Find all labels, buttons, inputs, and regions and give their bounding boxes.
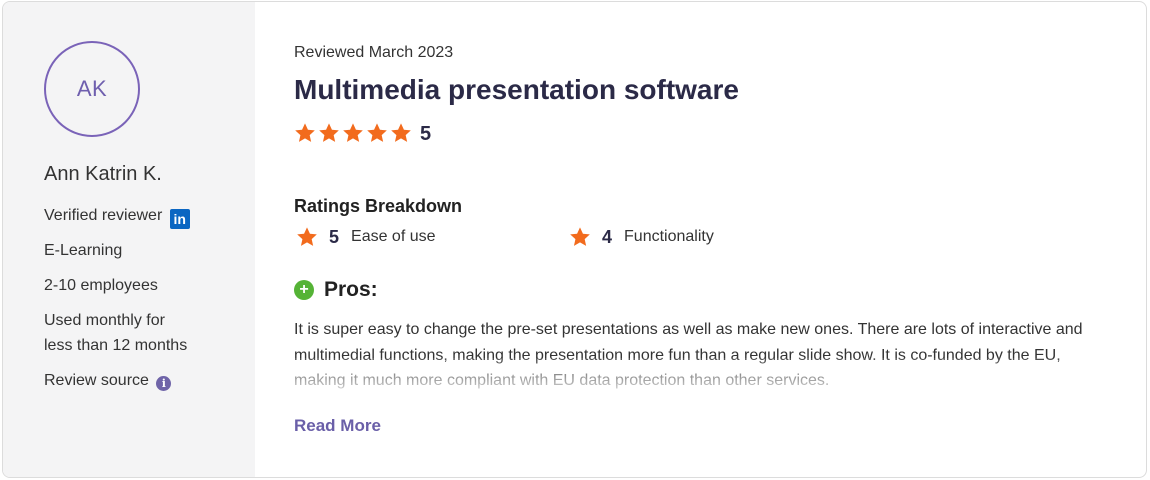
star-icon — [391, 122, 411, 142]
plus-icon: + — [294, 280, 314, 300]
ease-of-use-score: 5 — [329, 226, 340, 247]
review-card: AK Ann Katrin K. Verified reviewer in E-… — [2, 1, 1147, 478]
reviewer-company-size: 2-10 employees — [44, 277, 158, 294]
star-icon — [319, 122, 339, 142]
reviewer-name: Ann Katrin K. — [44, 163, 162, 185]
functionality-label: Functionality — [624, 228, 714, 245]
review-title: Multimedia presentation software — [294, 74, 739, 105]
star-icon — [297, 227, 317, 246]
functionality-score: 4 — [602, 226, 613, 247]
ratings-breakdown-title: Ratings Breakdown — [294, 196, 463, 216]
info-icon[interactable]: i — [156, 376, 172, 391]
star-icon — [343, 122, 363, 142]
review-source-label: Review source — [44, 372, 149, 389]
rating-ease-of-use: 5 Ease of use — [296, 226, 436, 248]
reviewer-industry: E-Learning — [44, 242, 123, 259]
reviewer-usage: Used monthly for less than 12 months — [44, 308, 187, 358]
avatar-initials: AK — [76, 76, 108, 101]
pros-label: Pros: — [324, 278, 378, 301]
verified-reviewer: Verified reviewer in — [44, 203, 190, 229]
avatar: AK — [44, 41, 140, 137]
star-icon — [295, 122, 315, 142]
star-icon — [367, 122, 387, 142]
pros-text: It is super easy to change the pre-set p… — [294, 321, 1083, 389]
overall-rating: 5 — [294, 119, 431, 146]
review-source: Review source i — [44, 368, 172, 393]
verified-reviewer-label: Verified reviewer — [44, 207, 163, 224]
review-content: Reviewed March 2023 Multimedia presentat… — [294, 2, 1146, 477]
ease-of-use-label: Ease of use — [351, 228, 436, 245]
pros-heading: + Pros: — [294, 278, 378, 302]
usage-line-1: Used monthly for — [44, 312, 165, 329]
usage-line-2: less than 12 months — [44, 337, 188, 354]
read-more-link[interactable]: Read More — [294, 416, 381, 436]
reviewer-sidebar: AK Ann Katrin K. Verified reviewer in E-… — [3, 2, 255, 477]
overall-rating-score: 5 — [420, 123, 432, 145]
star-icon — [570, 227, 590, 246]
linkedin-icon[interactable]: in — [169, 209, 190, 229]
review-date: Reviewed March 2023 — [294, 44, 454, 61]
rating-functionality: 4 Functionality — [569, 226, 714, 248]
